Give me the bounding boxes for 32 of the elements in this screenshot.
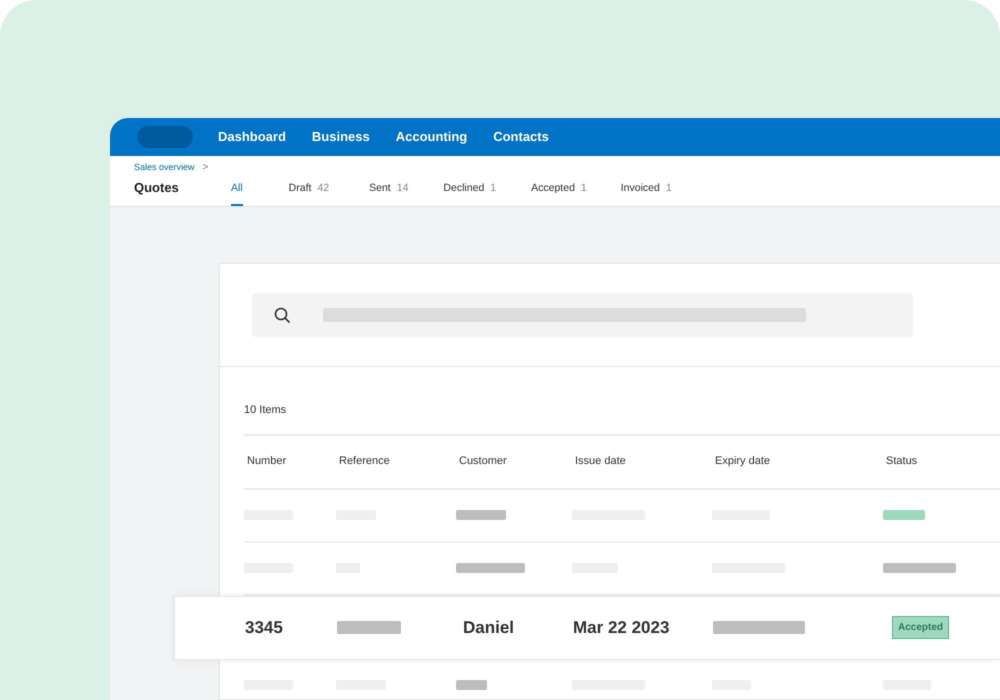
nav-link[interactable]: Accounting <box>396 127 468 147</box>
chevron-icon: > <box>202 162 208 172</box>
filter-tab[interactable]: Sent 14 <box>369 181 408 206</box>
column-header: Expiry date <box>714 454 772 470</box>
search-field[interactable] <box>252 293 913 337</box>
breadcrumb-link[interactable]: Sales overview <box>134 162 195 172</box>
filter-tab[interactable]: Accepted 1 <box>531 181 587 206</box>
nav-link[interactable]: Dashboard <box>218 127 286 147</box>
column-header: Status <box>885 454 918 470</box>
column-header: Issue date <box>574 454 627 470</box>
status-badge: Accepted <box>892 616 950 639</box>
search-icon <box>274 306 291 324</box>
column-header: Number <box>246 454 288 470</box>
filter-tab[interactable]: Declined 1 <box>443 181 496 206</box>
placeholder-bar <box>337 621 401 634</box>
placeholder-bar <box>456 510 506 520</box>
column-header: Customer <box>458 454 508 470</box>
filter-tab[interactable]: Invoiced 1 <box>620 181 672 206</box>
placeholder-bar <box>456 563 525 573</box>
table-cell-text: Daniel <box>462 616 516 639</box>
logo-placeholder <box>137 126 193 148</box>
column-header: Reference <box>338 454 391 470</box>
filter-tab[interactable]: All <box>231 181 243 206</box>
placeholder-bar <box>456 680 487 690</box>
page-title: Quotes <box>134 178 180 196</box>
filter-tab[interactable]: Draft 42 <box>288 181 330 206</box>
table-cell-text: 3345 <box>245 616 284 639</box>
nav-link[interactable]: Contacts <box>493 127 549 147</box>
table-cell-text: Mar 22 2023 <box>573 616 670 639</box>
placeholder-bar <box>883 510 925 520</box>
nav-link[interactable]: Business <box>312 127 370 147</box>
item-count: 10 Items <box>243 403 288 418</box>
